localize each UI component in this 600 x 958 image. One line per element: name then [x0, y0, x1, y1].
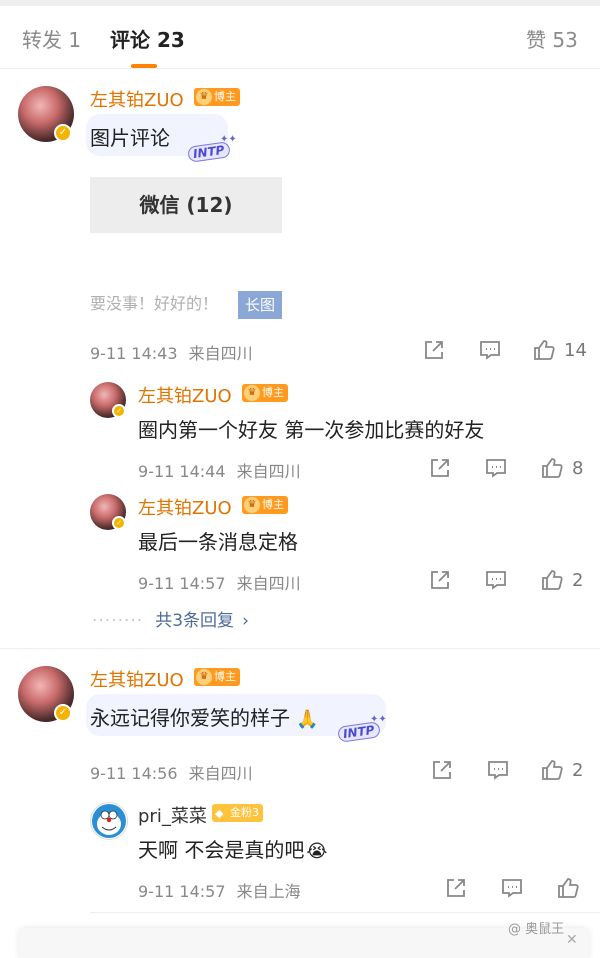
verified-icon: ✓ [54, 704, 72, 722]
username[interactable]: 左其铂ZUO [138, 494, 232, 520]
doraemon-avatar-icon [92, 804, 126, 838]
next-comment-card [18, 928, 590, 958]
location: 来自四川 [236, 574, 301, 593]
tab-bar: 转发 1 评论 23 赞 53 [0, 6, 600, 69]
view-more-replies-link[interactable]: ········ 共3条回复 › [92, 606, 249, 631]
avatar[interactable] [90, 802, 128, 840]
reply-meta: 9-11 14:44 来自四川 [138, 458, 301, 482]
timestamp: 9-11 14:43 [90, 344, 178, 363]
tab-repost[interactable]: 转发 1 [22, 24, 81, 53]
like-icon[interactable] [556, 876, 580, 900]
username[interactable]: 左其铂ZUO [138, 382, 232, 408]
reply-meta: 9-11 14:57 来自四川 [138, 570, 301, 594]
divider [90, 912, 600, 913]
location: 来自四川 [236, 462, 301, 481]
diamond-icon: ◆ [215, 807, 224, 820]
blogger-badge: ♛ 博主 [194, 88, 240, 106]
blogger-badge: ♛ 博主 [242, 496, 288, 514]
tab-comments[interactable]: 评论 23 [110, 24, 185, 53]
blogger-badge: ♛ 博主 [242, 384, 288, 402]
like-icon[interactable] [540, 568, 564, 592]
intp-sticker: INTP ✦✦ [180, 134, 240, 164]
crown-icon: ♛ [244, 497, 260, 513]
intp-sticker: INTP ✦✦ [330, 714, 390, 744]
badge-label: 金粉3 [230, 806, 259, 819]
like-count: 14 [564, 340, 587, 361]
sparkle-icon: ✦✦ [370, 714, 387, 725]
comment-text-body: 永远记得你爱笑的样子 [90, 706, 290, 730]
comment-meta: 9-11 14:56 来自四川 [90, 760, 253, 784]
reply-meta: 9-11 14:57 来自上海 [138, 878, 301, 902]
like-count: 2 [572, 570, 584, 591]
blogger-badge: ♛ 博主 [194, 668, 240, 686]
verified-icon: ✓ [112, 516, 126, 530]
comment-icon[interactable] [500, 876, 524, 900]
divider [0, 648, 600, 649]
chevron-right-icon: › [242, 611, 249, 631]
image-text: 要没事！好好的！ [90, 294, 219, 313]
like-count: 2 [572, 760, 584, 781]
badge-label: 博主 [214, 90, 236, 103]
location: 来自四川 [188, 764, 253, 783]
username[interactable]: pri_菜菜 [138, 802, 207, 828]
location: 来自四川 [188, 344, 253, 363]
timestamp: 9-11 14:57 [138, 574, 226, 593]
comment-image[interactable]: 微信 (12) [90, 177, 282, 233]
badge-label: 博主 [214, 670, 236, 683]
more-replies-label: 共3条回复 [155, 611, 235, 631]
crown-icon: ♛ [196, 669, 212, 685]
close-icon[interactable]: ✕ [566, 932, 578, 948]
username[interactable]: 左其铂ZUO [90, 666, 184, 692]
username[interactable]: 左其铂ZUO [90, 86, 184, 112]
comment-text: 永远记得你爱笑的样子 🙏 [90, 702, 318, 731]
verified-icon: ✓ [112, 404, 126, 418]
tab-likes[interactable]: 赞 53 [526, 24, 578, 53]
share-icon[interactable] [428, 568, 452, 592]
long-image-badge: 长图 [238, 291, 282, 319]
comment-icon[interactable] [486, 758, 510, 782]
comment-icon[interactable] [484, 456, 508, 480]
sparkle-icon: ✦✦ [220, 134, 237, 145]
like-icon[interactable] [540, 456, 564, 480]
dotted-line: ········ [92, 611, 144, 631]
comment-text: 图片评论 [90, 126, 170, 150]
fan-level-badge: ◆ 金粉3 [212, 804, 263, 822]
reply-text: 最后一条消息定格 [138, 530, 298, 554]
comment-meta: 9-11 14:43 来自四川 [90, 340, 253, 364]
image-title: 微信 (12) [139, 193, 233, 217]
like-count: 8 [572, 458, 584, 479]
watermark: @ 奥鼠王 [508, 922, 565, 937]
like-icon[interactable] [532, 338, 556, 362]
verified-icon: ✓ [54, 124, 72, 142]
reply-text: 天啊 不会是真的吧 😭 [138, 834, 327, 863]
timestamp: 9-11 14:44 [138, 462, 226, 481]
crown-icon: ♛ [244, 385, 260, 401]
crown-icon: ♛ [196, 89, 212, 105]
share-icon[interactable] [430, 758, 454, 782]
comment-icon[interactable] [478, 338, 502, 362]
reply-text-body: 天啊 不会是真的吧 [138, 838, 305, 862]
badge-label: 博主 [262, 386, 284, 399]
share-icon[interactable] [422, 338, 446, 362]
pray-emoji-icon: 🙏 [296, 709, 319, 730]
share-icon[interactable] [428, 456, 452, 480]
share-icon[interactable] [444, 876, 468, 900]
badge-label: 博主 [262, 498, 284, 511]
active-tab-indicator [131, 64, 157, 68]
like-icon[interactable] [540, 758, 564, 782]
timestamp: 9-11 14:56 [90, 764, 178, 783]
comment-icon[interactable] [484, 568, 508, 592]
reply-text: 圈内第一个好友 第一次参加比赛的好友 [138, 418, 485, 442]
location: 来自上海 [236, 882, 301, 901]
crying-emoji-icon: 😭 [306, 841, 328, 862]
timestamp: 9-11 14:57 [138, 882, 226, 901]
